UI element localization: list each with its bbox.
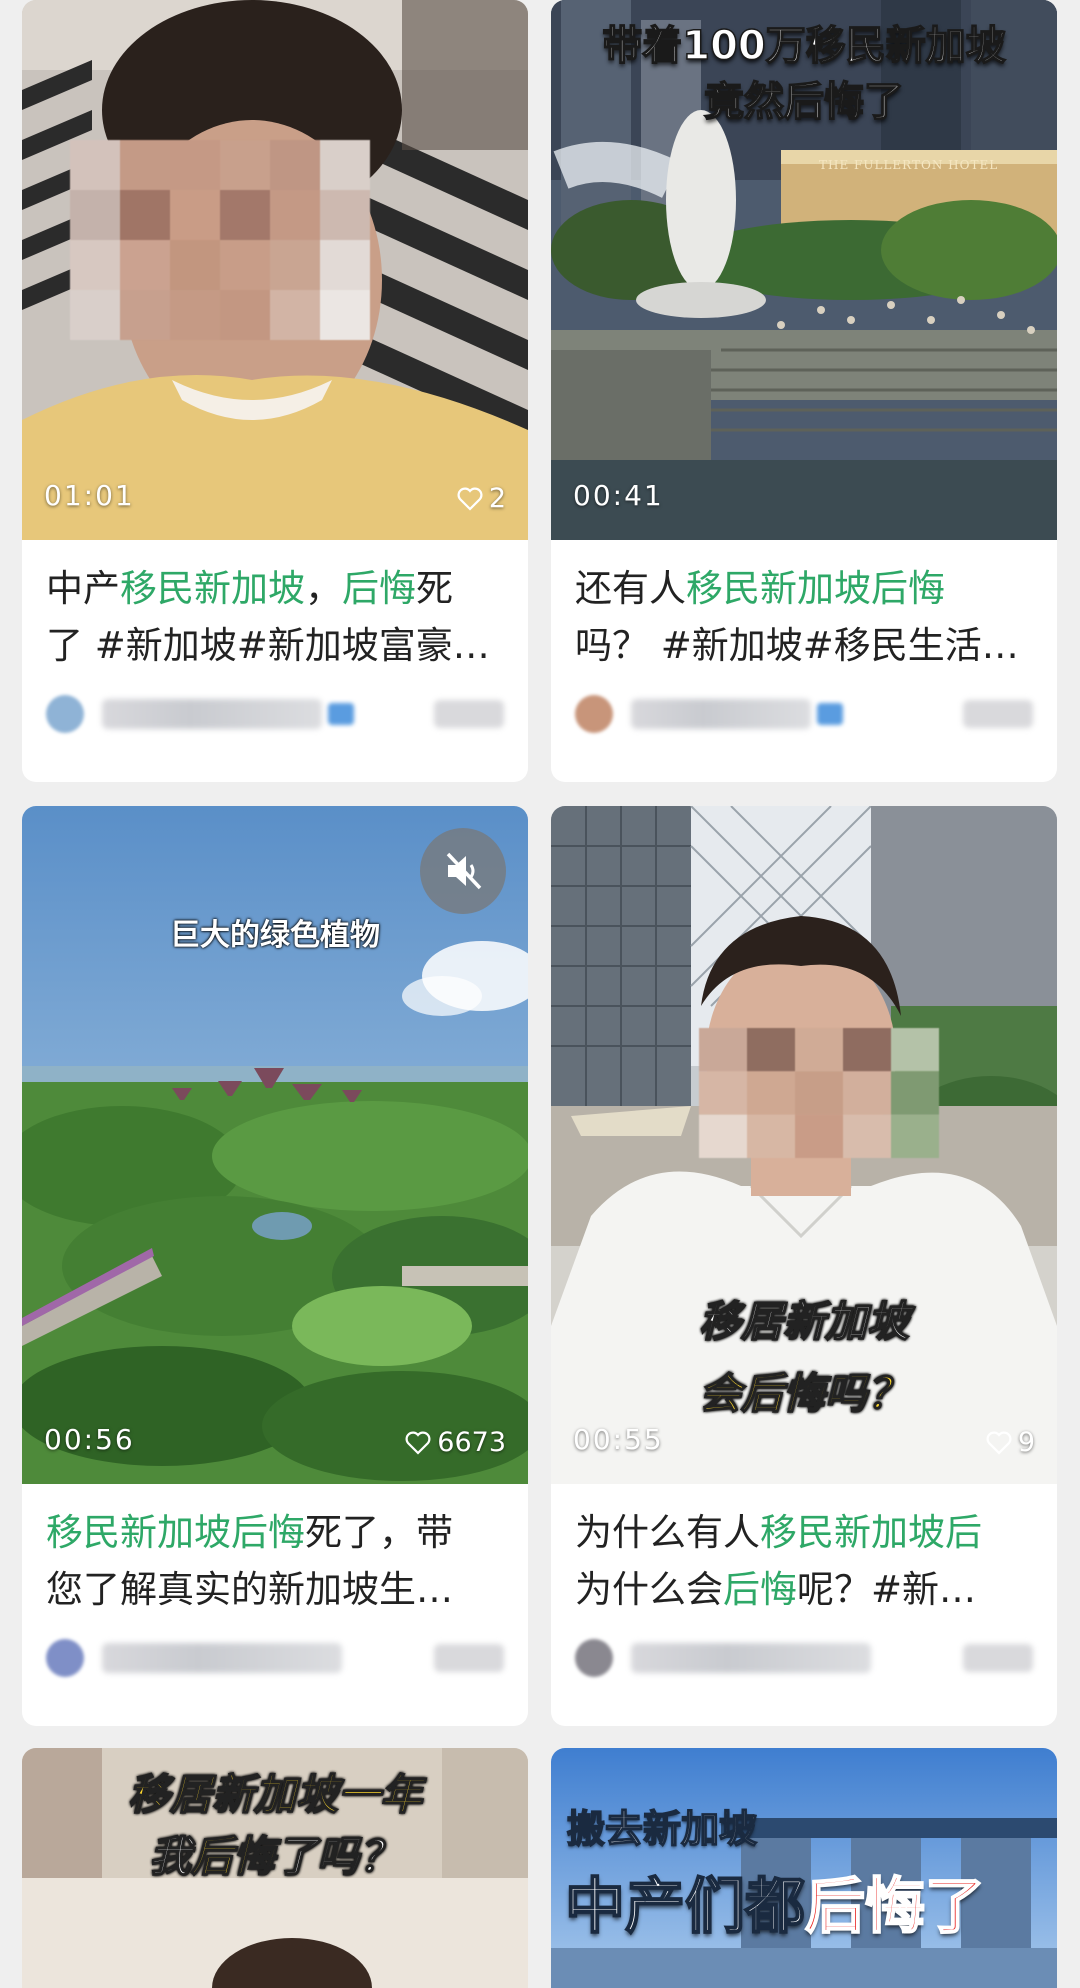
- meta-blurred: [434, 700, 504, 728]
- video-duration: 00:55: [573, 1423, 664, 1456]
- video-card[interactable]: 移居新加坡一年 我后悔了吗？: [22, 1748, 528, 1988]
- overlay-caption: 移居新加坡 会后悔吗？: [551, 1286, 1057, 1430]
- overlay-caption: 搬去新加坡: [566, 1806, 758, 1852]
- video-title[interactable]: 中产移民新加坡，后悔死 了 #新加坡#新加坡富豪…: [22, 540, 528, 674]
- author-row[interactable]: [551, 1618, 1057, 1698]
- overlay-line: 竟然后悔了: [703, 78, 905, 126]
- video-thumbnail[interactable]: 移居新加坡 会后悔吗？ 00:55 9: [551, 806, 1057, 1484]
- title-highlight: 移民新加坡: [120, 567, 305, 610]
- overlay-caption: 移居新加坡一年 我后悔了吗？: [22, 1764, 528, 1888]
- mute-button[interactable]: [420, 828, 506, 914]
- meta-blurred: [963, 1644, 1033, 1672]
- title-text: ，: [305, 567, 342, 610]
- title-highlight: 移民新加坡后悔: [46, 1511, 305, 1554]
- title-line: 您了解真实的新加坡生…: [46, 1568, 453, 1611]
- video-duration: 00:56: [44, 1423, 135, 1456]
- like-count[interactable]: 2: [457, 483, 506, 514]
- avatar[interactable]: [46, 1639, 84, 1677]
- title-highlight: 移民新加坡后悔: [686, 567, 945, 610]
- title-highlight: 后悔: [723, 1568, 797, 1611]
- video-duration: 01:01: [44, 479, 135, 512]
- verified-badge: [817, 703, 843, 725]
- like-count-value: 9: [1017, 1427, 1035, 1458]
- video-card[interactable]: 移居新加坡 会后悔吗？ 00:55 9 为什么有人移民新加坡后 为什么会后悔呢？…: [551, 806, 1057, 1726]
- overlay-line: 带着100万移民新加坡: [602, 22, 1007, 70]
- video-thumbnail[interactable]: 搬去新加坡 中产们都后悔了: [551, 1748, 1057, 1988]
- meta-blurred: [963, 700, 1033, 728]
- avatar[interactable]: [575, 695, 613, 733]
- overlay-line: 会后悔吗？: [698, 1368, 910, 1419]
- heart-icon: [457, 487, 483, 511]
- video-title[interactable]: 还有人移民新加坡后悔 吗？ #新加坡#移民生活…: [551, 540, 1057, 674]
- avatar[interactable]: [575, 1639, 613, 1677]
- like-count-value: 6673: [437, 1427, 506, 1458]
- video-card[interactable]: 01:01 2 中产移民新加坡，后悔死 了 #新加坡#新加坡富豪…: [22, 0, 528, 782]
- heart-icon: [405, 1431, 431, 1455]
- author-name-blurred: [102, 1643, 342, 1673]
- title-line: 吗？ #新加坡#移民生活…: [575, 624, 1019, 667]
- like-count-value: 2: [488, 483, 506, 514]
- video-title[interactable]: 为什么有人移民新加坡后 为什么会后悔呢？#新…: [551, 1484, 1057, 1618]
- overlay-line: 移居新加坡: [698, 1296, 910, 1347]
- author-row[interactable]: [22, 674, 528, 754]
- video-thumbnail[interactable]: 01:01 2: [22, 0, 528, 540]
- heart-icon: [986, 1431, 1012, 1455]
- title-text: 为什么有人: [575, 1511, 760, 1554]
- overlay-caption: 中产们都后悔了: [564, 1858, 986, 1945]
- title-text: 死了，带: [305, 1511, 453, 1554]
- author-row[interactable]: [22, 1618, 528, 1698]
- title-text: 死: [416, 567, 453, 610]
- overlay-text-part: 后悔: [190, 1831, 276, 1882]
- overlay-line: 移居新加坡一年: [127, 1769, 423, 1820]
- overlay-line: 我后悔了吗？: [22, 1826, 528, 1888]
- title-highlight: 移民新加坡后: [760, 1511, 982, 1554]
- video-card[interactable]: 巨大的绿色植物 00:56 6673 移民新加坡后悔死了，带 您了解真实的新加坡…: [22, 806, 528, 1726]
- author-name-blurred: [631, 699, 811, 729]
- video-title[interactable]: 移民新加坡后悔死了，带 您了解真实的新加坡生…: [22, 1484, 528, 1618]
- video-thumbnail[interactable]: 巨大的绿色植物 00:56 6673: [22, 806, 528, 1484]
- hotel-sign: THE FULLERTON HOTEL: [819, 158, 999, 172]
- title-highlight: 后悔: [342, 567, 416, 610]
- title-line: 了 #新加坡#新加坡富豪…: [46, 624, 490, 667]
- title-text: 还有人: [575, 567, 686, 610]
- video-thumbnail[interactable]: THE FULLERTON HOTEL 带着100万移民新加坡 竟然后悔了 00…: [551, 0, 1057, 540]
- verified-badge: [328, 703, 354, 725]
- meta-blurred: [434, 1644, 504, 1672]
- avatar[interactable]: [46, 695, 84, 733]
- title-text: 为什么会: [575, 1568, 723, 1611]
- author-name-blurred: [631, 1643, 871, 1673]
- mute-icon: [446, 852, 482, 890]
- video-duration: 00:41: [573, 479, 664, 512]
- overlay-caption: 带着100万移民新加坡 竟然后悔了: [551, 18, 1057, 130]
- title-text: 呢？#新…: [797, 1568, 977, 1611]
- overlay-caption: 巨大的绿色植物: [170, 918, 380, 953]
- video-card[interactable]: THE FULLERTON HOTEL 带着100万移民新加坡 竟然后悔了 00…: [551, 0, 1057, 782]
- overlay-text-part: 后悔了: [804, 1871, 986, 1943]
- overlay-text-part: 我: [148, 1831, 192, 1882]
- title-text: 中产: [46, 567, 120, 610]
- video-card[interactable]: 搬去新加坡 中产们都后悔了: [551, 1748, 1057, 1988]
- face-blur: [699, 1028, 939, 1158]
- face-blur: [70, 140, 370, 340]
- overlay-text-part: 中产们都: [564, 1871, 806, 1943]
- author-name-blurred: [102, 699, 322, 729]
- like-count[interactable]: 9: [986, 1427, 1035, 1458]
- author-row[interactable]: [551, 674, 1057, 754]
- video-thumbnail[interactable]: 移居新加坡一年 我后悔了吗？: [22, 1748, 528, 1988]
- like-count[interactable]: 6673: [405, 1427, 506, 1458]
- overlay-text-part: 了吗？: [274, 1831, 402, 1882]
